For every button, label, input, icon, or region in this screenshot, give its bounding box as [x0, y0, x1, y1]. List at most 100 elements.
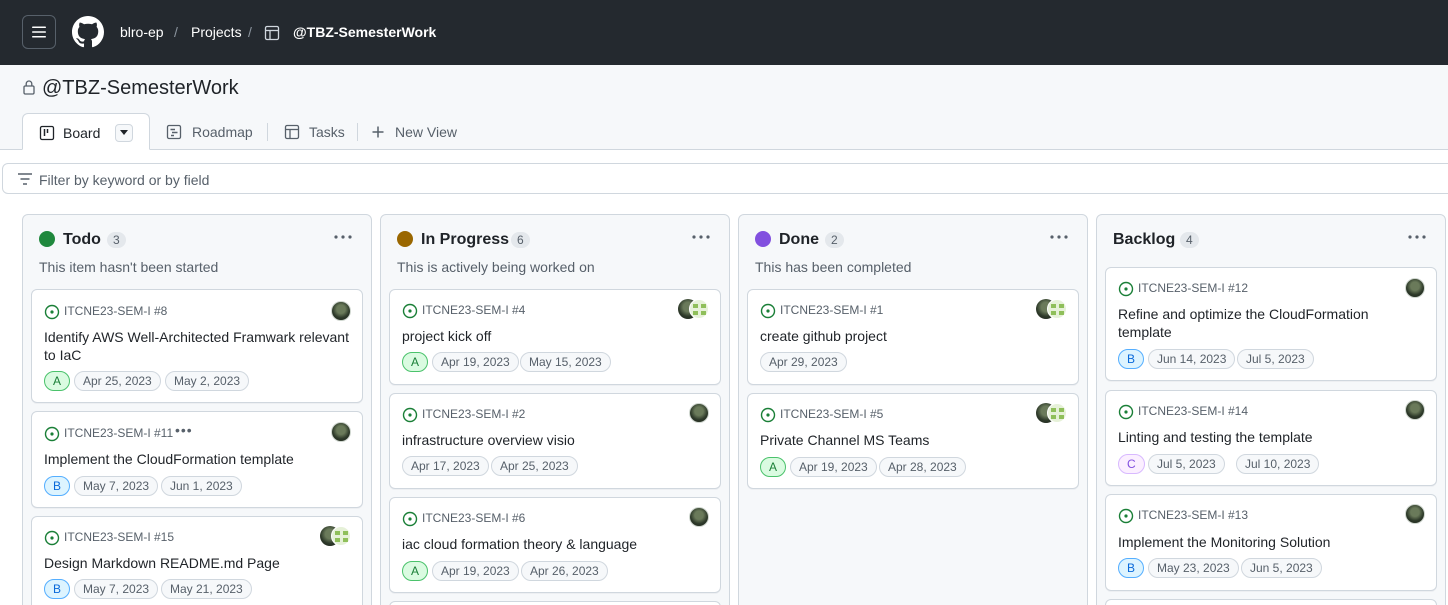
card-menu-button[interactable]: •••	[175, 422, 193, 438]
assignee-avatar[interactable]	[1405, 278, 1425, 298]
issue-title[interactable]: Private Channel MS Teams	[760, 431, 1066, 449]
start-date-label: May 7, 2023	[74, 476, 159, 496]
end-date-label: May 15, 2023	[520, 352, 611, 372]
column-title: Done	[779, 231, 819, 248]
column-menu-kebab-icon[interactable]	[1047, 227, 1071, 247]
assignee-avatar[interactable]	[689, 507, 709, 527]
issue-title[interactable]: create github project	[760, 327, 1066, 345]
issue-card[interactable]	[389, 601, 721, 605]
assignee-avatar[interactable]	[1405, 504, 1425, 524]
issue-reference[interactable]: ITCNE23-SEM-I #6	[422, 511, 525, 525]
column-title: Backlog	[1113, 231, 1176, 248]
issue-title[interactable]: infrastructure overview visio	[402, 431, 708, 449]
column-in-progress: In Progress 6 This is actively being wor…	[380, 214, 730, 605]
assignee-avatars[interactable]	[1036, 299, 1068, 319]
issue-open-icon	[1118, 281, 1134, 297]
column-menu-kebab-icon[interactable]	[689, 227, 713, 247]
issue-open-icon	[760, 303, 776, 319]
start-date-label: Apr 19, 2023	[432, 352, 519, 372]
end-date-label: Jun 1, 2023	[161, 476, 242, 496]
issue-reference[interactable]: ITCNE23-SEM-I #1	[780, 303, 883, 317]
start-date-label: Jul 5, 2023	[1148, 454, 1225, 474]
issue-title[interactable]: Identify AWS Well-Architected Framwark r…	[44, 328, 350, 364]
issue-card[interactable]: ITCNE23-SEM-I #5 Private Channel MS Team…	[747, 393, 1079, 489]
issue-card[interactable]: ITCNE23-SEM-I #6 iac cloud formation the…	[389, 497, 721, 593]
issue-open-icon	[44, 530, 60, 546]
issue-title[interactable]: project kick off	[402, 327, 708, 345]
column-menu-kebab-icon[interactable]	[331, 227, 355, 247]
issue-open-icon	[1118, 508, 1134, 524]
issue-card[interactable]: ITCNE23-SEM-I #8 Identify AWS Well-Archi…	[31, 289, 363, 403]
issue-card[interactable]: ITCNE23-SEM-I #15 Design Markdown README…	[31, 516, 363, 605]
issue-title[interactable]: Linting and testing the template	[1118, 428, 1424, 446]
menu-button[interactable]	[22, 15, 56, 49]
breadcrumb-project[interactable]: @TBZ-SemesterWork	[293, 24, 436, 40]
lock-icon	[23, 80, 35, 95]
issue-card[interactable]: ITCNE23-SEM-I #1 create github project A…	[747, 289, 1079, 385]
column-count: 4	[1180, 232, 1199, 248]
start-date-label: Apr 19, 2023	[790, 457, 877, 477]
assignee-avatar[interactable]	[331, 422, 351, 442]
start-date-label: Apr 17, 2023	[402, 456, 489, 476]
start-date-label: Apr 29, 2023	[760, 352, 847, 372]
issue-card[interactable]: ITCNE23-SEM-I #12 Refine and optimize th…	[1105, 267, 1437, 381]
status-dot-icon	[397, 231, 413, 247]
filter-placeholder: Filter by keyword or by field	[39, 172, 210, 188]
issue-title[interactable]: Refine and optimize the CloudFormation t…	[1118, 305, 1424, 341]
assignee-avatar[interactable]	[1405, 400, 1425, 420]
end-date-label: May 2, 2023	[165, 371, 250, 391]
breadcrumb-owner[interactable]: blro-ep	[120, 24, 164, 40]
column-title: In Progress	[421, 231, 510, 248]
issue-card[interactable]: ITCNE23-SEM-I #2 infrastructure overview…	[389, 393, 721, 489]
issue-card[interactable]: ITCNE23-SEM-I #13 Implement the Monitori…	[1105, 494, 1437, 591]
issue-title[interactable]: iac cloud formation theory & language	[402, 535, 708, 553]
end-date-label: Apr 25, 2023	[491, 456, 578, 476]
assignee-avatars[interactable]	[1036, 403, 1068, 423]
view-options-button[interactable]	[115, 124, 133, 142]
hamburger-icon	[32, 26, 46, 38]
assignee-avatar[interactable]	[331, 301, 351, 321]
breadcrumb-separator: /	[248, 24, 252, 40]
issue-card[interactable]: ITCNE23-SEM-I #11 ••• Implement the Clou…	[31, 411, 363, 508]
end-date-label: Jun 5, 2023	[1241, 558, 1322, 578]
issue-title[interactable]: Implement the Monitoring Solution	[1118, 533, 1424, 551]
issue-open-icon	[402, 511, 418, 527]
issue-card[interactable]: ITCNE23-SEM-I #14 Linting and testing th…	[1105, 390, 1437, 486]
page-title: @TBZ-SemesterWork	[42, 77, 239, 99]
tab-tasks[interactable]: Tasks	[309, 124, 345, 140]
issue-open-icon	[760, 407, 776, 423]
issue-title[interactable]: Design Markdown README.md Page	[44, 554, 350, 572]
github-logo-icon[interactable]	[72, 16, 104, 48]
issue-reference[interactable]: ITCNE23-SEM-I #5	[780, 407, 883, 421]
breadcrumb-projects[interactable]: Projects	[191, 24, 242, 40]
filter-input[interactable]: Filter by keyword or by field	[2, 163, 1448, 194]
status-dot-icon	[39, 231, 55, 247]
assignee-avatar[interactable]	[689, 403, 709, 423]
issue-reference[interactable]: ITCNE23-SEM-I #15	[64, 530, 174, 544]
start-date-label: May 23, 2023	[1148, 558, 1239, 578]
issue-reference[interactable]: ITCNE23-SEM-I #12	[1138, 281, 1248, 295]
issue-reference[interactable]: ITCNE23-SEM-I #4	[422, 303, 525, 317]
issue-card[interactable]: ITCNE23-SEM-I #4 project kick off A Apr …	[389, 289, 721, 385]
tab-new-view[interactable]: New View	[395, 124, 457, 140]
issue-card[interactable]	[1105, 599, 1437, 605]
issue-reference[interactable]: ITCNE23-SEM-I #14	[1138, 404, 1248, 418]
start-date-label: Apr 19, 2023	[432, 561, 519, 581]
issue-title[interactable]: Implement the CloudFormation template	[44, 450, 350, 468]
tab-board[interactable]: Board	[22, 113, 150, 150]
issue-reference[interactable]: ITCNE23-SEM-I #13	[1138, 508, 1248, 522]
column-description: This has been completed	[755, 259, 912, 275]
end-date-label: Apr 26, 2023	[521, 561, 608, 581]
tab-separator	[357, 123, 358, 141]
assignee-avatars[interactable]	[320, 526, 352, 546]
tab-separator	[267, 123, 268, 141]
start-date-label: Jun 14, 2023	[1148, 349, 1236, 369]
issue-reference[interactable]: ITCNE23-SEM-I #2	[422, 407, 525, 421]
assignee-avatars[interactable]	[678, 299, 710, 319]
size-label: A	[760, 457, 787, 477]
issue-reference[interactable]: ITCNE23-SEM-I #8	[64, 304, 167, 318]
end-date-label: Apr 28, 2023	[879, 457, 966, 477]
issue-reference[interactable]: ITCNE23-SEM-I #11	[64, 426, 173, 440]
tab-roadmap[interactable]: Roadmap	[192, 124, 253, 140]
column-menu-kebab-icon[interactable]	[1405, 227, 1429, 247]
